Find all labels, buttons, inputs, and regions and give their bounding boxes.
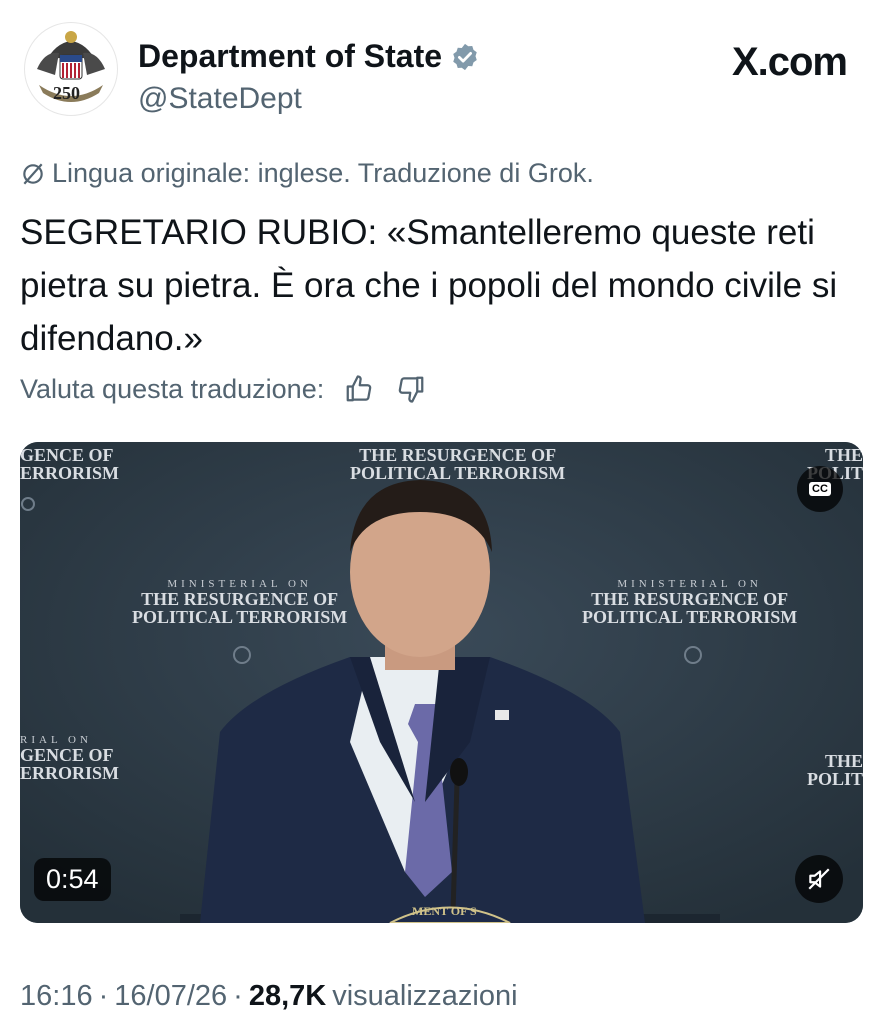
thumbs-up-button[interactable]	[342, 372, 376, 406]
backdrop-title-top: THE RESURGENCE OF POLITICAL TERRORISM	[350, 445, 566, 483]
rate-translation-label: Valuta questa traduzione:	[20, 373, 325, 404]
seal-number-250: 250	[53, 83, 80, 103]
unmute-button[interactable]	[795, 855, 843, 903]
account-display-name[interactable]: Department of State	[138, 38, 480, 75]
video-duration: 0:54	[34, 858, 111, 901]
verified-badge-icon	[453, 43, 477, 70]
backdrop-title-lowleft: RIAL ON GENCE OF ERRORISM	[20, 734, 120, 783]
grok-slash-icon	[23, 163, 43, 184]
translation-note-text: Lingua originale: inglese. Traduzione di…	[52, 158, 594, 188]
views-count: 28,7K	[248, 980, 327, 1012]
backdrop-title-midleft: MINISTERIAL ON THE RESURGENCE OF POLITIC…	[132, 578, 348, 627]
account-avatar[interactable]: 250	[24, 22, 118, 116]
post-text: SEGRETARIO RUBIO: «Smantelleremo queste …	[20, 213, 838, 358]
video-frame	[20, 442, 863, 923]
backdrop-title-topleft: GENCE OF ERRORISM	[20, 445, 120, 483]
podium-seal-text: MENT OF S	[412, 904, 477, 918]
thumbs-down-icon	[398, 376, 424, 403]
meta-separator: ·	[233, 980, 243, 1012]
video-player[interactable]: THE RESURGENCE OF POLITICAL TERRORISM GE…	[20, 442, 863, 923]
speaker-muted-icon	[808, 868, 830, 890]
display-name-text: Department of State	[138, 38, 443, 74]
meta-separator: ·	[98, 980, 109, 1012]
backdrop-title-midright: MINISTERIAL ON THE RESURGENCE OF POLITIC…	[582, 578, 798, 627]
backdrop-title-lowright: THE POLIT	[806, 751, 863, 789]
cc-icon: CC	[809, 482, 831, 496]
account-handle[interactable]: @StateDept	[138, 82, 302, 116]
post-time[interactable]: 16:16	[20, 980, 93, 1013]
thumbs-up-icon	[346, 375, 372, 402]
translation-note: Lingua originale: inglese. Traduzione di…	[20, 158, 594, 189]
post-meta: 16:16 · 16/07/26 · 28,7K visualizzazioni	[20, 980, 518, 1013]
thumbs-down-button[interactable]	[394, 372, 428, 406]
closed-captions-button[interactable]: CC	[797, 466, 843, 512]
x-brand-logo: X.com	[731, 40, 848, 84]
views-label: visualizzazioni	[332, 980, 518, 1012]
rate-translation-row: Valuta questa traduzione:	[20, 372, 428, 406]
post-date[interactable]: 16/07/26	[114, 980, 227, 1013]
